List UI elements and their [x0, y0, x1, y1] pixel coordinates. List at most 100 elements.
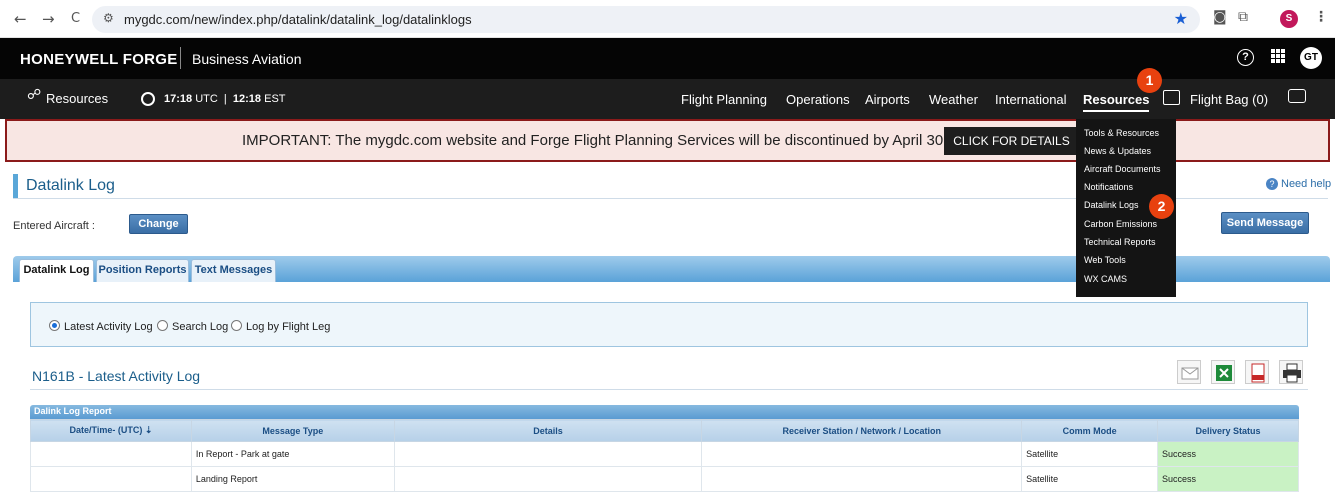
app-header: HONEYWELL FORGE Business Aviation ? GT	[0, 38, 1335, 79]
forward-icon[interactable]: →	[42, 10, 55, 28]
menu-item-carbon-emissions[interactable]: Carbon Emissions	[1084, 219, 1157, 229]
cell-message-type: In Report - Park at gate	[190, 441, 395, 467]
nav-airports[interactable]: Airports	[865, 92, 910, 107]
cell-delivery-status: Success	[1157, 441, 1299, 467]
nav-international[interactable]: International	[995, 92, 1067, 107]
table-caption-bar: Dalink Log Report	[30, 405, 1299, 419]
section-divider	[30, 389, 1308, 390]
excel-export-icon[interactable]	[1211, 360, 1235, 384]
menu-item-notifications[interactable]: Notifications	[1084, 182, 1133, 192]
table-row[interactable]: In Report - Park at gate Satellite Succe…	[30, 441, 1299, 467]
menu-item-datalink-logs[interactable]: Datalink Logs	[1084, 200, 1139, 210]
banner-text: IMPORTANT: The mygdc.com website and For…	[242, 132, 985, 149]
user-avatar[interactable]: GT	[1300, 47, 1322, 69]
brand-logo[interactable]: HONEYWELL FORGE	[20, 51, 178, 68]
nav-operations[interactable]: Operations	[786, 92, 850, 107]
send-message-button[interactable]: Send Message	[1221, 212, 1309, 234]
cell-receiver	[701, 466, 1023, 492]
log-mode-options: Latest Activity Log Search Log Log by Fl…	[30, 302, 1308, 347]
step-marker-1: 1	[1137, 68, 1162, 93]
browser-toolbar: ← → C ⚙ mygdc.com/new/index.php/datalink…	[0, 0, 1335, 38]
help-icon[interactable]: ?	[1237, 49, 1254, 66]
radio-flight-leg[interactable]	[231, 320, 242, 331]
clock-icon	[141, 92, 155, 106]
local-time: 12:18	[232, 93, 262, 105]
cell-receiver	[701, 441, 1023, 467]
col-datetime-label: Date/Time- (UTC)	[69, 425, 143, 435]
need-help-label: Need help	[1281, 178, 1332, 190]
brand-subtitle: Business Aviation	[192, 51, 302, 67]
cell-message-type: Landing Report	[190, 466, 395, 492]
local-label: EST	[264, 93, 286, 105]
step-marker-2: 2	[1149, 194, 1174, 219]
time-display: 17:18 UTC | 12:18 EST	[164, 93, 286, 105]
main-nav: ☍ Resources 17:18 UTC | 12:18 EST Flight…	[0, 79, 1335, 119]
need-help-link[interactable]: ? Need help	[1266, 178, 1331, 190]
bookmark-star-icon[interactable]: ★	[1174, 9, 1188, 28]
browser-menu-icon[interactable]: ⋮	[1314, 9, 1328, 25]
col-comm-mode: Comm Mode	[1021, 419, 1159, 442]
pdf-export-icon[interactable]	[1245, 360, 1269, 384]
menu-item-wx-cams[interactable]: WX CAMS	[1084, 274, 1127, 284]
radio-flight-leg-label[interactable]: Log by Flight Leg	[246, 321, 330, 333]
url-text: mygdc.com/new/index.php/datalink/datalin…	[124, 12, 472, 27]
menu-item-aircraft-documents[interactable]: Aircraft Documents	[1084, 164, 1161, 174]
app-grid-icon[interactable]	[1271, 49, 1285, 63]
nav-flight-planning[interactable]: Flight Planning	[681, 92, 767, 107]
menu-item-technical-reports[interactable]: Technical Reports	[1084, 237, 1156, 247]
print-icon[interactable]	[1279, 360, 1303, 384]
entered-aircraft-label: Entered Aircraft :	[13, 220, 95, 232]
reload-icon[interactable]: C	[71, 11, 80, 26]
camera-icon[interactable]: ◙	[1213, 9, 1227, 25]
extensions-icon[interactable]: ⧉	[1238, 9, 1248, 25]
utc-label: UTC	[195, 93, 218, 105]
details-button[interactable]: CLICK FOR DETAILS	[944, 127, 1079, 155]
question-icon: ?	[1266, 178, 1278, 190]
page-title: Datalink Log	[26, 177, 115, 194]
menu-item-tools-resources[interactable]: Tools & Resources	[1084, 128, 1159, 138]
table-caption: Dalink Log Report	[34, 406, 112, 416]
brand-divider	[180, 47, 181, 69]
nav-resources[interactable]: Resources	[1083, 92, 1150, 112]
radio-search-log-label[interactable]: Search Log	[172, 321, 228, 333]
cell-comm-mode: Satellite	[1021, 466, 1159, 492]
table-row[interactable]: Landing Report Satellite Success	[30, 466, 1299, 492]
cell-datetime	[30, 441, 192, 467]
menu-item-news-updates[interactable]: News & Updates	[1084, 146, 1151, 156]
cell-details	[393, 466, 703, 492]
cell-delivery-status: Success	[1157, 466, 1299, 492]
site-settings-icon[interactable]: ⚙	[103, 11, 114, 25]
utc-time: 17:18	[164, 93, 193, 105]
nav-weather[interactable]: Weather	[929, 92, 978, 107]
col-receiver: Receiver Station / Network / Location	[701, 419, 1023, 442]
profile-avatar[interactable]: S	[1280, 10, 1298, 28]
nav-resources-link[interactable]: Resources	[46, 91, 108, 106]
tab-datalink-log[interactable]: Datalink Log	[19, 259, 94, 282]
change-button[interactable]: Change	[129, 214, 188, 234]
address-bar[interactable]: ⚙ mygdc.com/new/index.php/datalink/datal…	[92, 6, 1200, 33]
sort-icon[interactable]: ⇣	[145, 425, 153, 435]
col-delivery-status: Delivery Status	[1157, 419, 1299, 442]
tab-text-messages[interactable]: Text Messages	[191, 259, 276, 282]
flight-bag-icon[interactable]	[1163, 90, 1180, 105]
table-header-row: Date/Time- (UTC) ⇣ Message Type Details …	[30, 419, 1299, 442]
radio-latest-activity[interactable]	[49, 320, 60, 331]
title-accent-bar	[13, 174, 18, 198]
email-icon[interactable]	[1177, 360, 1201, 384]
col-datetime[interactable]: Date/Time- (UTC) ⇣	[30, 419, 192, 442]
col-message-type: Message Type	[190, 419, 395, 442]
radio-search-log[interactable]	[157, 320, 168, 331]
cell-comm-mode: Satellite	[1021, 441, 1159, 467]
resources-share-icon[interactable]: ☍	[27, 87, 41, 103]
col-details: Details	[393, 419, 703, 442]
cell-details	[393, 441, 703, 467]
nav-flight-bag[interactable]: Flight Bag (0)	[1190, 92, 1268, 107]
section-title: N161B - Latest Activity Log	[32, 368, 201, 384]
tab-position-reports[interactable]: Position Reports	[96, 259, 189, 282]
radio-latest-activity-label[interactable]: Latest Activity Log	[64, 321, 153, 333]
menu-item-web-tools[interactable]: Web Tools	[1084, 255, 1126, 265]
datalink-log-table: Date/Time- (UTC) ⇣ Message Type Details …	[30, 419, 1299, 492]
chat-icon[interactable]	[1288, 89, 1306, 103]
back-icon[interactable]: ←	[14, 10, 27, 28]
cell-datetime	[30, 466, 192, 492]
